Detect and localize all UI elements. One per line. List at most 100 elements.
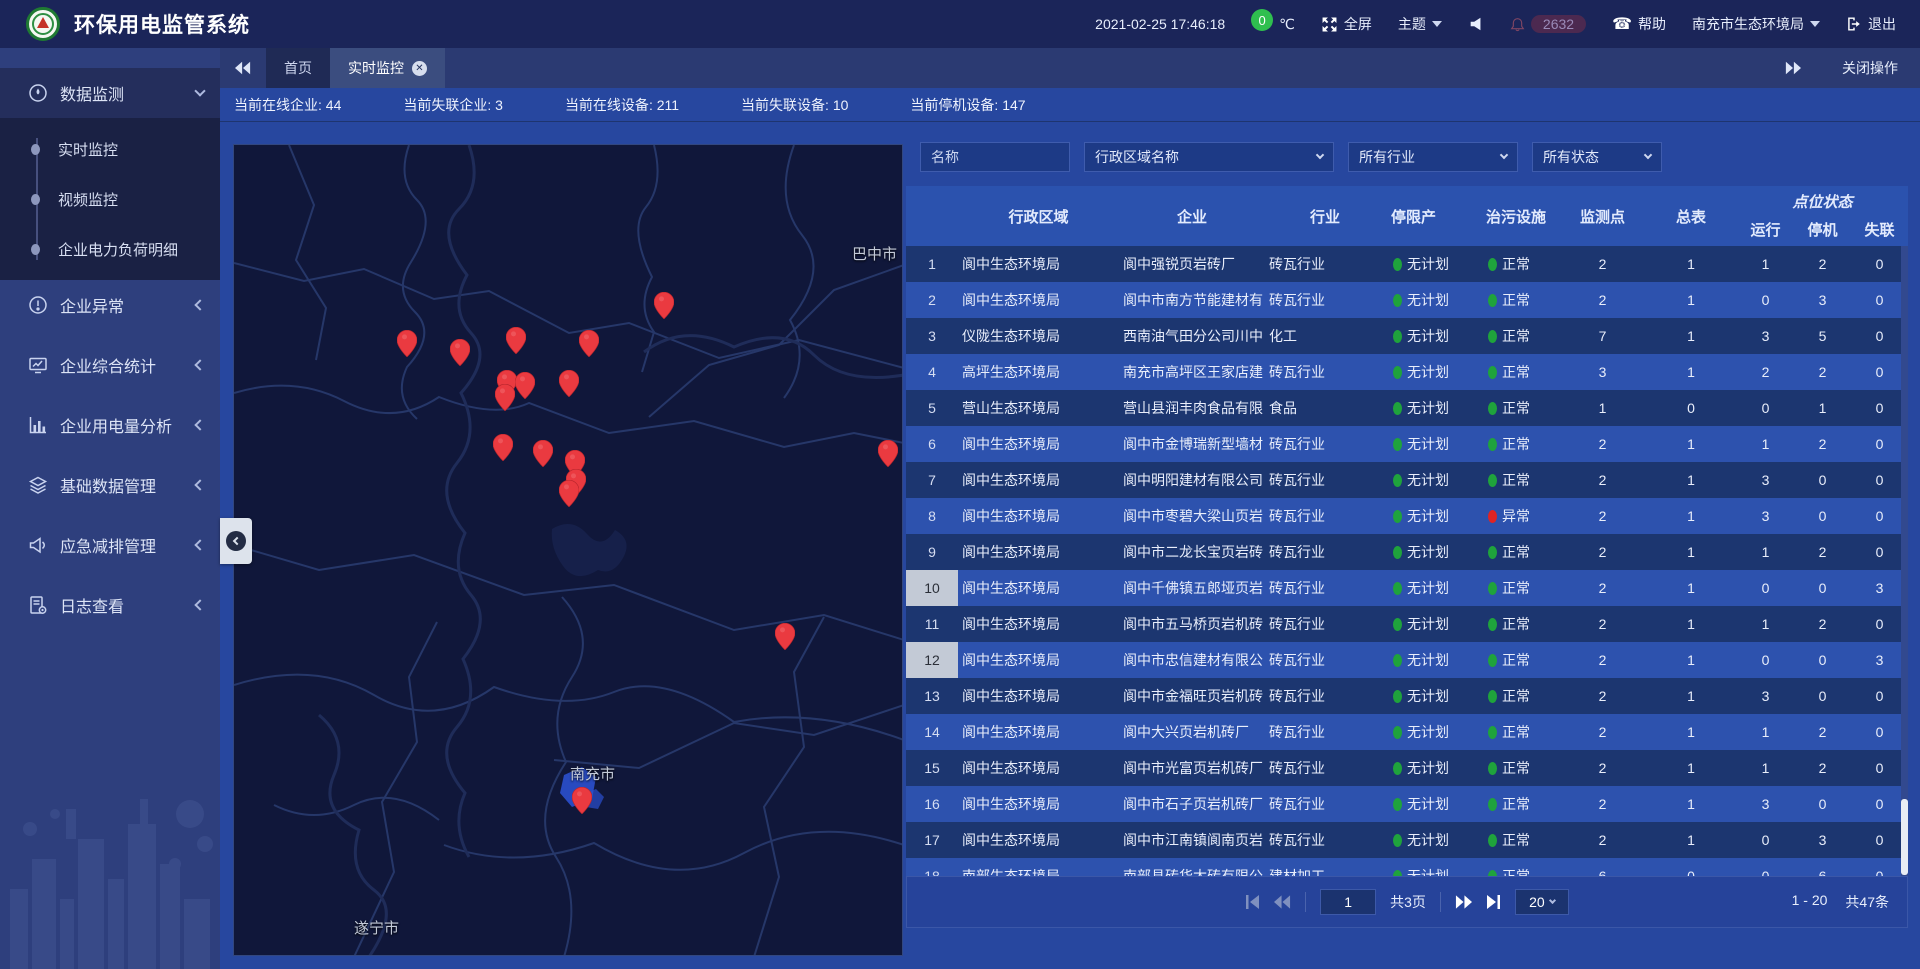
map-pin-icon[interactable] — [495, 384, 515, 411]
table-row[interactable]: 13 阆中生态环境局 阆中市金福旺页岩机砖 砖瓦行业 无计划 正常 2 1 3 … — [906, 678, 1908, 714]
column-header-index — [906, 186, 958, 246]
sidebar-item-企业综合统计[interactable]: 企业综合统计 — [0, 340, 220, 390]
user-dropdown[interactable]: 南充市生态环境局 — [1692, 14, 1820, 34]
total-pages-label: 共3页 — [1390, 892, 1426, 912]
table-row[interactable]: 5 营山生态环境局 营山县润丰肉食品有限 食品 无计划 正常 1 0 0 1 0 — [906, 390, 1908, 426]
map-pin-icon[interactable] — [572, 787, 592, 814]
tab-实时监控[interactable]: 实时监控 ✕ — [330, 48, 445, 88]
lost-count-cell: 0 — [1851, 318, 1908, 354]
close-operations-button[interactable]: 关闭操作 — [1842, 58, 1898, 78]
notifications[interactable]: 2632 — [1510, 15, 1586, 33]
map-pin-icon[interactable] — [450, 339, 470, 366]
sidebar-item-日志查看[interactable]: 日志查看 — [0, 580, 220, 630]
user-name: 南充市生态环境局 — [1692, 14, 1804, 34]
tab-首页[interactable]: 首页 — [266, 48, 330, 88]
column-header-running: 运行 — [1737, 212, 1794, 246]
region-cell: 高坪生态环境局 — [958, 354, 1119, 390]
meter-count-cell: 1 — [1645, 246, 1737, 282]
tabs-scroll-left-button[interactable] — [220, 48, 266, 88]
name-search-input[interactable] — [920, 142, 1070, 172]
table-row[interactable]: 10 阆中生态环境局 阆中千佛镇五郎垭页岩 砖瓦行业 无计划 正常 2 1 0 … — [906, 570, 1908, 606]
help-button[interactable]: ☎ 帮助 — [1612, 14, 1666, 34]
limit-status-cell: 无计划 — [1385, 462, 1480, 498]
stopped-count-cell: 2 — [1794, 354, 1851, 390]
sidebar-item-企业异常[interactable]: 企业异常 — [0, 280, 220, 330]
map-pin-icon[interactable] — [506, 327, 526, 354]
industry-select[interactable]: 所有行业 — [1348, 142, 1518, 172]
status-dot — [1488, 654, 1497, 667]
table-row[interactable]: 8 阆中生态环境局 阆中市枣碧大梁山页岩 砖瓦行业 无计划 异常 2 1 3 0… — [906, 498, 1908, 534]
map-pin-icon[interactable] — [515, 372, 535, 399]
table-row[interactable]: 2 阆中生态环境局 阆中市南方节能建材有 砖瓦行业 无计划 正常 2 1 0 3… — [906, 282, 1908, 318]
name-search-field[interactable] — [931, 149, 1059, 165]
map-pin-icon[interactable] — [579, 330, 599, 357]
map-pin-icon[interactable] — [397, 330, 417, 357]
status-dot — [1393, 582, 1402, 595]
next-page-button[interactable] — [1455, 895, 1472, 909]
table-row[interactable]: 1 阆中生态环境局 阆中强锐页岩砖厂 砖瓦行业 无计划 正常 2 1 1 2 0 — [906, 246, 1908, 282]
region-select[interactable]: 行政区域名称 — [1084, 142, 1334, 172]
table-row[interactable]: 3 仪陇生态环境局 西南油气田分公司川中 化工 无计划 正常 7 1 3 5 0 — [906, 318, 1908, 354]
column-header-region: 行政区域 — [958, 186, 1119, 246]
meter-count-cell: 1 — [1645, 282, 1737, 318]
enterprise-panel: 行政区域名称 所有行业 所有状态 行政区域 企业 行业 停限产 治污设施 监测点… — [906, 142, 1908, 956]
table-row[interactable]: 7 阆中生态环境局 阆中明阳建材有限公司 砖瓦行业 无计划 正常 2 1 3 0… — [906, 462, 1908, 498]
status-dot — [1488, 366, 1497, 379]
table-row[interactable]: 15 阆中生态环境局 阆中市光富页岩机砖厂 砖瓦行业 无计划 正常 2 1 1 … — [906, 750, 1908, 786]
map-pin-icon[interactable] — [533, 440, 553, 467]
table-row[interactable]: 4 高坪生态环境局 南充市高坪区王家店建 砖瓦行业 无计划 正常 3 1 2 2… — [906, 354, 1908, 390]
table-row[interactable]: 12 阆中生态环境局 阆中市忠信建材有限公 砖瓦行业 无计划 正常 2 1 0 … — [906, 642, 1908, 678]
running-count-cell: 0 — [1737, 822, 1794, 858]
sidebar-item-数据监测[interactable]: 数据监测 — [0, 68, 220, 118]
table-row[interactable]: 18 南部生态环境局 南部县砖华太砖有限公 建材加工 无计划 正常 6 0 0 … — [906, 858, 1908, 876]
sidebar-item-应急减排管理[interactable]: 应急减排管理 — [0, 520, 220, 570]
table-row[interactable]: 6 阆中生态环境局 阆中市金博瑞新型墙材 砖瓦行业 无计划 正常 2 1 1 2… — [906, 426, 1908, 462]
sound-button[interactable] — [1468, 16, 1484, 32]
prev-page-button[interactable] — [1274, 895, 1291, 909]
bullet-icon — [31, 194, 40, 205]
map-pin-icon[interactable] — [559, 480, 579, 507]
status-dot — [1393, 654, 1402, 667]
map-pin-icon[interactable] — [775, 623, 795, 650]
scrollbar-thumb[interactable] — [1901, 799, 1908, 875]
fullscreen-button[interactable]: 全屏 — [1321, 14, 1372, 34]
page-size-select[interactable]: 20 — [1515, 889, 1569, 915]
map[interactable]: 巴中市南充市遂宁市 — [233, 144, 903, 956]
theme-dropdown[interactable]: 主题 — [1398, 14, 1442, 34]
stopped-count-cell: 0 — [1794, 498, 1851, 534]
last-page-button[interactable] — [1486, 895, 1501, 909]
table-row[interactable]: 17 阆中生态环境局 阆中市江南镇阆南页岩 砖瓦行业 无计划 正常 2 1 0 … — [906, 822, 1908, 858]
table-body: 1 阆中生态环境局 阆中强锐页岩砖厂 砖瓦行业 无计划 正常 2 1 1 2 0… — [906, 246, 1908, 876]
map-pin-icon[interactable] — [559, 370, 579, 397]
table-scrollbar[interactable] — [1901, 246, 1908, 876]
table-row[interactable]: 9 阆中生态环境局 阆中市二龙长宝页岩砖 砖瓦行业 无计划 正常 2 1 1 2… — [906, 534, 1908, 570]
tabs-scroll-right-button[interactable] — [1770, 61, 1816, 75]
company-cell: 西南油气田分公司川中 — [1119, 318, 1265, 354]
table-row[interactable]: 16 阆中生态环境局 阆中市石子页岩机砖厂 砖瓦行业 无计划 正常 2 1 3 … — [906, 786, 1908, 822]
tab-label: 实时监控 — [348, 58, 404, 78]
bell-icon — [1510, 17, 1525, 32]
running-count-cell: 0 — [1737, 570, 1794, 606]
sidebar-subitem-企业电力负荷明细[interactable]: 企业电力负荷明细 — [0, 224, 220, 274]
tab-close-icon[interactable]: ✕ — [412, 61, 427, 76]
meter-count-cell: 1 — [1645, 786, 1737, 822]
lost-count-cell: 0 — [1851, 390, 1908, 426]
logout-button[interactable]: 退出 — [1846, 14, 1896, 34]
page-number-input[interactable] — [1320, 889, 1376, 915]
map-pin-icon[interactable] — [878, 440, 898, 467]
map-pin-icon[interactable] — [654, 292, 674, 319]
sidebar-item-基础数据管理[interactable]: 基础数据管理 — [0, 460, 220, 510]
table-row[interactable]: 14 阆中生态环境局 阆中大兴页岩机砖厂 砖瓦行业 无计划 正常 2 1 1 2… — [906, 714, 1908, 750]
first-page-button[interactable] — [1245, 895, 1260, 909]
status-select[interactable]: 所有状态 — [1532, 142, 1662, 172]
sidebar-subitem-视频监控[interactable]: 视频监控 — [0, 174, 220, 224]
table-row[interactable]: 11 阆中生态环境局 阆中市五马桥页岩机砖 砖瓦行业 无计划 正常 2 1 1 … — [906, 606, 1908, 642]
sidebar: 数据监测实时监控视频监控企业电力负荷明细企业异常企业综合统计企业用电量分析基础数… — [0, 48, 220, 969]
stopped-count-cell: 1 — [1794, 390, 1851, 426]
industry-select-value: 所有行业 — [1359, 147, 1415, 167]
map-collapse-button[interactable] — [220, 518, 252, 564]
map-pin-icon[interactable] — [493, 434, 513, 461]
sidebar-subitem-实时监控[interactable]: 实时监控 — [0, 124, 220, 174]
sidebar-item-企业用电量分析[interactable]: 企业用电量分析 — [0, 400, 220, 450]
industry-cell: 砖瓦行业 — [1265, 498, 1385, 534]
